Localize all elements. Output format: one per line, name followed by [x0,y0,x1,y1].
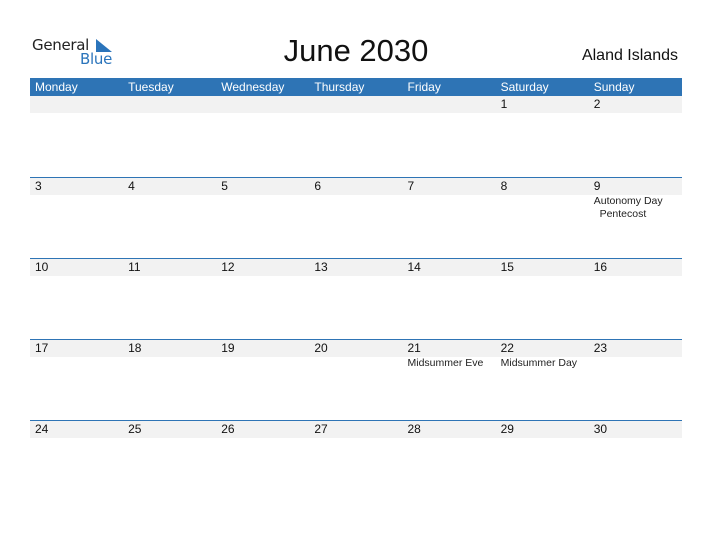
day-number: 8 [500,179,508,193]
day-number: 5 [221,179,228,193]
day-number: 9 [593,179,601,193]
day-cell: 24 [30,421,123,501]
week-row: 24 25 26 27 28 29 30 [30,420,682,501]
day-number: 4 [128,179,135,193]
day-number: 30 [593,422,608,436]
weekday-tuesday: Tuesday [128,80,174,94]
day-cell: 16 [589,259,682,339]
day-number: 26 [221,422,235,436]
day-number: 23 [593,341,608,355]
day-cell: 1 [496,96,589,177]
day-number: 13 [314,260,328,274]
day-cell: 30 [589,421,682,501]
calendar: Monday Tuesday Wednesday Thursday Friday… [30,78,682,501]
day-cell: 29 [496,421,589,501]
day-cell: 25 [123,421,216,501]
day-cell: 27 [309,421,402,501]
weekday-thursday: Thursday [314,80,365,94]
day-number: 14 [407,260,421,274]
day-cell: 17 [30,340,123,420]
day-number: 10 [35,260,49,274]
day-cell: 4 [123,178,216,258]
weeks-container: 1 2 3 4 5 6 7 8 9 Autonomy Day Pentecost 10 11 12 13 1… [30,96,682,501]
day-number: 22 [500,341,514,355]
day-cell: 13 [309,259,402,339]
day-cell [403,96,496,177]
day-cell: 19 [216,340,309,420]
day-cell: 15 [496,259,589,339]
day-cell: 7 [403,178,496,258]
weekday-saturday: Saturday [500,80,549,94]
day-number: 28 [407,422,421,436]
day-cell: 22 Midsummer Day [496,340,589,420]
day-cell: 5 [216,178,309,258]
day-number: 7 [407,179,415,193]
day-cell: 21 Midsummer Eve [403,340,496,420]
day-number: 17 [35,341,49,355]
week-row: 10 11 12 13 14 15 16 [30,258,682,339]
day-number: 18 [128,341,142,355]
weekday-sunday: Sunday [593,80,635,94]
day-cell: 2 [589,96,682,177]
weekday-friday: Friday [407,80,441,94]
country-label: Aland Islands [581,47,678,64]
weekday-wednesday: Wednesday [221,80,285,94]
day-number: 15 [500,260,514,274]
week-row: 12 [30,96,682,177]
day-cell: 26 [216,421,309,501]
weekday-header: Monday Tuesday Wednesday Thursday Friday… [30,78,682,96]
day-cell: 20 [309,340,402,420]
day-cell: 8 [496,178,589,258]
day-cell: 14 [403,259,496,339]
weekday-monday: Monday [35,80,78,94]
day-cell: 11 [123,259,216,339]
day-number: 27 [314,422,328,436]
day-cell [309,96,402,177]
holiday-label: Midsummer Eve [407,357,484,369]
day-number: 12 [221,260,235,274]
day-number [314,96,402,113]
day-cell [123,96,216,177]
day-cell: 23 [589,340,682,420]
week-row: 3 4 5 6 7 8 9 Autonomy Day Pentecost [30,177,682,258]
day-number: 20 [314,341,328,355]
holiday-label: Midsummer Day [500,357,578,369]
day-number: 19 [221,341,235,355]
day-number: 16 [593,260,608,274]
day-cell: 6 [309,178,402,258]
day-number [221,96,309,113]
day-cell: 10 [30,259,123,339]
day-cell: 12 [216,259,309,339]
day-cell: 28 [403,421,496,501]
day-cell: 18 [123,340,216,420]
day-cell: 3 [30,178,123,258]
day-number: 25 [128,422,142,436]
day-number: 11 [128,260,141,274]
day-cell [30,96,123,177]
day-number [128,96,216,113]
holiday-label: Autonomy Day [593,195,663,207]
week-row: 17 18 19 20 21 Midsummer Eve 22 Midsummer Day 23 [30,339,682,420]
day-cell: 9 Autonomy Day Pentecost [589,178,682,258]
day-number: 3 [35,179,42,193]
day-number: 24 [35,422,49,436]
day-number [408,96,496,113]
day-number: 6 [314,179,322,193]
day-number: 29 [500,422,514,436]
day-number: 1 [500,97,508,111]
holiday-label: Pentecost [593,208,647,220]
day-number [35,96,123,113]
day-cell [216,96,309,177]
day-number: 2 [593,97,601,111]
day-number: 21 [407,341,421,355]
